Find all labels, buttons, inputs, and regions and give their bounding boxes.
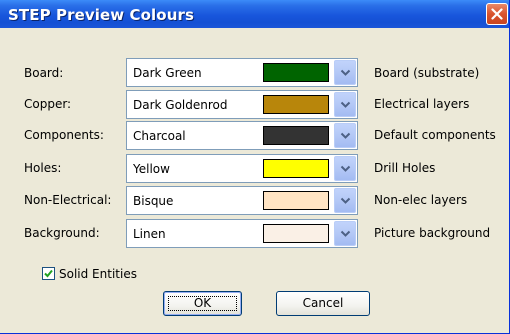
background-label: Background: [24,226,100,240]
holes-label: Holes: [24,161,62,175]
solid-entities-checkbox[interactable] [42,267,55,280]
copper-colour-swatch [263,95,329,114]
ok-button[interactable]: OK [163,291,242,316]
solid-entities-label: Solid Entities [59,267,137,281]
board-description: Board (substrate) [374,66,480,80]
copper-colour-dropdown-button[interactable] [334,92,356,117]
cancel-button-label: Cancel [302,296,344,310]
holes-colour-value: Yellow [133,162,170,176]
board-colour-select[interactable]: Dark Green [126,58,358,87]
chevron-down-icon [340,132,351,139]
components-description: Default components [374,128,496,142]
non-electrical-colour-select[interactable]: Bisque [126,186,358,215]
copper-colour-select[interactable]: Dark Goldenrod [126,90,358,119]
components-label: Components: [24,128,104,142]
holes-colour-swatch [263,159,329,178]
non-electrical-colour-swatch [263,191,329,210]
components-colour-value: Charcoal [133,129,186,143]
board-colour-dropdown-button[interactable] [334,60,356,85]
chevron-down-icon [340,197,351,204]
background-description: Picture background [374,226,491,240]
holes-description: Drill Holes [374,161,436,175]
non-electrical-label: Non-Electrical: [24,193,112,207]
board-colour-value: Dark Green [133,66,202,80]
step-preview-colours-dialog: STEP Preview Colours Board: Dark Green B… [0,0,510,334]
close-icon [491,8,503,20]
holes-colour-select[interactable]: Yellow [126,154,358,183]
checkmark-icon [44,269,53,278]
chevron-down-icon [340,101,351,108]
non-electrical-colour-value: Bisque [133,194,174,208]
holes-colour-dropdown-button[interactable] [334,156,356,181]
chevron-down-icon [340,165,351,172]
non-electrical-description: Non-elec layers [374,193,468,207]
board-label: Board: [24,66,64,80]
background-colour-dropdown-button[interactable] [334,221,356,246]
components-colour-dropdown-button[interactable] [334,123,356,148]
background-colour-swatch [263,224,329,243]
components-colour-select[interactable]: Charcoal [126,121,358,150]
title-bar[interactable]: STEP Preview Colours [0,0,509,28]
close-button[interactable] [486,3,508,25]
cancel-button[interactable]: Cancel [276,291,370,316]
background-colour-value: Linen [133,227,166,241]
components-colour-swatch [263,126,329,145]
background-colour-select[interactable]: Linen [126,219,358,248]
board-colour-swatch [263,63,329,82]
chevron-down-icon [340,69,351,76]
chevron-down-icon [340,230,351,237]
non-electrical-colour-dropdown-button[interactable] [334,188,356,213]
copper-description: Electrical layers [374,97,470,111]
copper-colour-value: Dark Goldenrod [133,98,228,112]
copper-label: Copper: [24,97,72,111]
dialog-title: STEP Preview Colours [8,6,194,24]
focus-rectangle [168,296,237,311]
